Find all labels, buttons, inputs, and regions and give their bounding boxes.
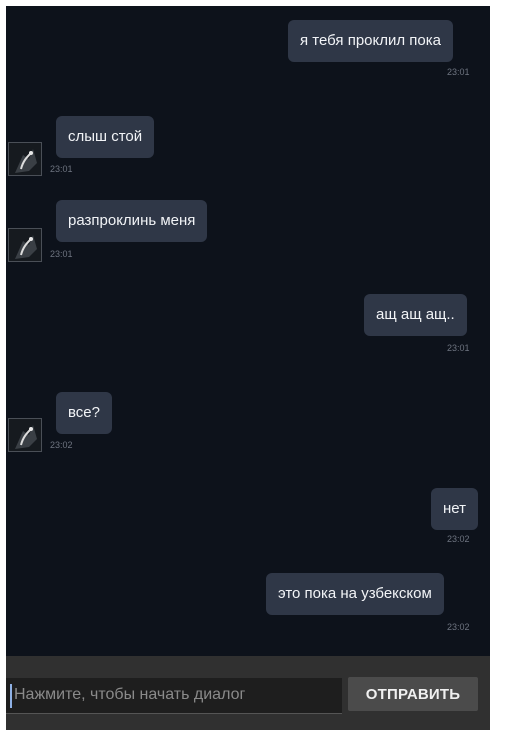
message-bubble[interactable]: нет: [431, 488, 478, 530]
send-button[interactable]: ОТПРАВИТЬ: [348, 677, 478, 711]
message-bubble[interactable]: разпроклинь меня: [56, 200, 208, 242]
message-input-placeholder[interactable]: Нажмите, чтобы начать диалог: [14, 685, 245, 705]
chat-view[interactable]: я тебя проклил пока 23:01 слыш стой 23:0…: [6, 6, 490, 656]
avatar[interactable]: [8, 228, 42, 262]
message-bubble[interactable]: это пока на узбекском: [266, 573, 444, 615]
message-time: 23:01: [50, 249, 73, 259]
message-bubble[interactable]: слыш стой: [56, 116, 155, 158]
avatar[interactable]: [8, 418, 42, 452]
message-bubble[interactable]: я тебя проклил пока: [288, 20, 454, 62]
message-time: 23:02: [447, 534, 470, 544]
message-bubble[interactable]: ащ ащ ащ..: [364, 294, 467, 336]
avatar-image-icon: [9, 143, 41, 175]
message-time: 23:01: [447, 343, 470, 353]
avatar-image-icon: [9, 229, 41, 261]
message-time: 23:02: [50, 440, 73, 450]
avatar-image-icon: [9, 419, 41, 451]
message-time: 23:01: [447, 67, 470, 77]
avatar[interactable]: [8, 142, 42, 176]
message-bubble[interactable]: все?: [56, 392, 112, 434]
text-cursor: [10, 684, 12, 708]
message-time: 23:02: [447, 622, 470, 632]
message-time: 23:01: [50, 164, 73, 174]
